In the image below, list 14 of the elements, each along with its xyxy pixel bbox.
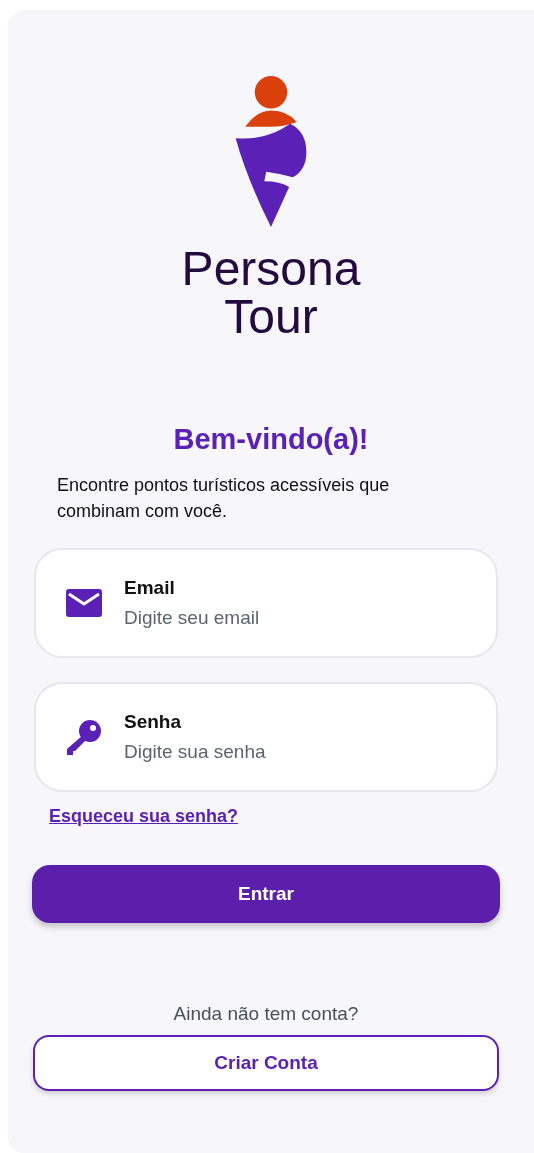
signup-prompt: Ainda não tem conta? bbox=[173, 1003, 359, 1025]
field-label: Email bbox=[124, 577, 176, 599]
login-button[interactable]: Entrar bbox=[32, 865, 500, 923]
logo-text: Persona bbox=[181, 245, 361, 293]
forgot-password-link[interactable]: Esqueceu sua senha? bbox=[49, 806, 239, 827]
key-icon bbox=[66, 719, 102, 755]
description-text: Encontre pontos turísticos acessíveis que combinam com você. bbox=[57, 474, 391, 523]
input-field[interactable]: Digite seu email bbox=[124, 607, 424, 629]
input-field[interactable]: Digite sua senha bbox=[124, 741, 424, 763]
welcome-heading: Bem-vindo(a)! bbox=[173, 423, 369, 456]
logo-text: Tour bbox=[224, 293, 318, 341]
signup-button[interactable]: Criar Conta bbox=[33, 1035, 499, 1091]
envelope-icon bbox=[66, 589, 102, 617]
field-label: Senha bbox=[124, 711, 183, 733]
